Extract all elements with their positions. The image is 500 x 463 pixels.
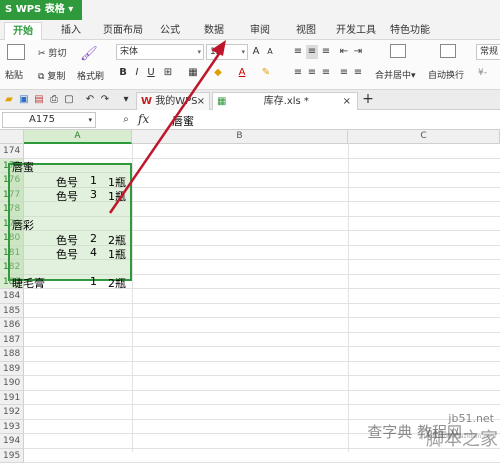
watermark-logo: 脚本之家 (426, 425, 498, 451)
annotation-arrow (0, 0, 500, 452)
arrow-shaft (110, 48, 223, 213)
arrow-head (211, 40, 226, 56)
